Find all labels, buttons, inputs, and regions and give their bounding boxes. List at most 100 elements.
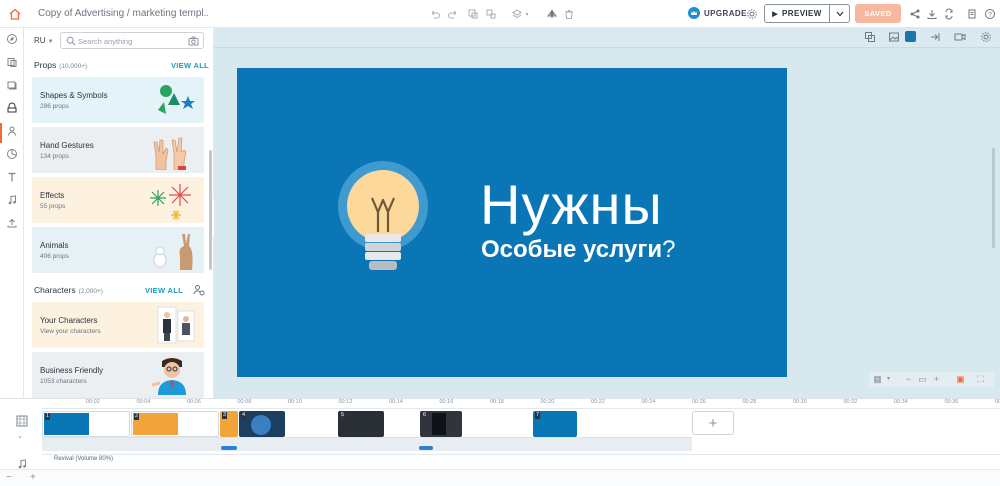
music-track-icon[interactable] (15, 457, 29, 471)
zoom-in-timeline-icon[interactable]: + (30, 472, 36, 483)
scene-5[interactable]: 5 (338, 411, 384, 437)
grid-dropdown-icon[interactable]: ▾ (883, 374, 894, 385)
ruler-tick: 00:04 (136, 399, 151, 405)
safe-area-icon[interactable]: ▣ (955, 374, 966, 385)
search-box[interactable] (60, 32, 204, 49)
fullscreen-icon[interactable]: ⛶ (975, 374, 986, 385)
film-strip-icon[interactable] (15, 414, 29, 428)
notes-icon[interactable] (965, 7, 979, 21)
search-icon (66, 36, 76, 46)
scene-2[interactable]: 2 (131, 411, 219, 437)
templates-icon[interactable] (5, 55, 19, 69)
download-icon[interactable] (925, 7, 939, 21)
camera-icon[interactable] (188, 36, 199, 46)
character-card-business-friendly[interactable]: Business Friendly 1053 characters (32, 352, 204, 398)
timeline-footer: − + (0, 469, 1000, 486)
card-count: 406 props (40, 253, 69, 260)
upgrade-button[interactable]: UPGRADE (688, 7, 747, 19)
zoom-out-icon[interactable]: − (903, 374, 914, 385)
layers-dropdown-icon[interactable]: ▾ (523, 7, 531, 21)
camera-record-icon[interactable] (954, 31, 966, 43)
text-icon[interactable] (5, 170, 19, 184)
slide-subtitle[interactable]: Особые услуги? (481, 236, 676, 264)
scene-3[interactable]: 3 (220, 411, 238, 437)
ruler-tick: 00:02 (86, 399, 100, 405)
document-title[interactable]: Copy of Advertising / marketing templ... (38, 8, 208, 19)
ungroup-icon[interactable] (484, 7, 498, 21)
saved-button[interactable]: SAVED (855, 4, 901, 23)
prop-card-effects[interactable]: Effects 55 props (32, 177, 204, 223)
time-ruler[interactable]: 00:02 00:04 00:06 00:08 00:10 00:12 00:14 00:16… (42, 399, 1000, 409)
card-title: Hand Gestures (40, 141, 94, 150)
transition-row (42, 437, 692, 451)
help-icon[interactable]: ? (983, 7, 997, 21)
transition-marker[interactable] (419, 446, 433, 450)
flip-icon[interactable] (545, 7, 559, 21)
scene-settings-icon[interactable] (980, 31, 992, 43)
charts-icon[interactable] (5, 147, 19, 161)
hand-gestures-thumbnail (153, 137, 187, 170)
ruler-tick: 00:38 (995, 399, 1000, 405)
slide-subtitle-text: Особые услуги (481, 236, 663, 263)
zoom-out-timeline-icon[interactable]: − (6, 472, 12, 483)
character-settings-icon[interactable] (192, 283, 205, 296)
home-icon[interactable] (8, 7, 22, 21)
preview-dropdown-icon[interactable] (830, 11, 849, 17)
prop-card-hand-gestures[interactable]: Hand Gestures 134 props (32, 127, 204, 173)
grid-view-icon[interactable]: ▦ (872, 374, 883, 385)
arrange-icon[interactable] (864, 31, 876, 43)
ruler-tick: 00:22 (591, 399, 605, 405)
prop-card-animals[interactable]: Animals 406 props (32, 227, 204, 273)
undo-icon[interactable] (428, 7, 442, 21)
compass-icon[interactable] (5, 32, 19, 46)
search-input[interactable] (78, 35, 178, 47)
scenes-icon[interactable] (5, 78, 19, 92)
music-note-icon[interactable] (5, 193, 19, 207)
ruler-tick: 00:28 (742, 399, 757, 405)
plus-icon: + (708, 414, 718, 432)
ruler-tick: 00:26 (692, 399, 706, 405)
slide-canvas[interactable]: Нужны Особые услуги? (237, 68, 787, 377)
characters-icon[interactable] (5, 124, 19, 138)
effects-thumbnail (150, 184, 191, 220)
ruler-tick: 00:10 (288, 399, 302, 405)
characters-view-all-link[interactable]: VIEW ALL (145, 286, 183, 295)
left-icon-rail (0, 28, 24, 398)
props-view-all-link[interactable]: VIEW ALL (171, 61, 209, 70)
scene-6[interactable]: 6 (420, 411, 462, 437)
lightbulb-illustration[interactable] (336, 160, 431, 284)
group-icon[interactable] (466, 7, 480, 21)
language-selector[interactable]: RU ▼ (34, 36, 54, 45)
share-icon[interactable] (908, 7, 922, 21)
props-icon[interactable] (5, 101, 19, 115)
scene-number: 3 (222, 412, 228, 419)
layers-icon[interactable] (510, 7, 524, 21)
expand-track-icon[interactable]: ⌄ (17, 432, 23, 440)
transition-marker[interactable] (221, 446, 237, 450)
ruler-tick: 00:20 (540, 399, 555, 405)
zoom-in-icon[interactable]: + (931, 374, 942, 385)
duplicate-icon[interactable] (942, 7, 956, 21)
scene-number: 4 (241, 412, 247, 419)
top-bar: Copy of Advertising / marketing templ...… (0, 0, 1000, 28)
preview-button[interactable]: ▶ PREVIEW (764, 4, 850, 23)
scene-4[interactable]: 4 (239, 411, 285, 437)
delete-icon[interactable] (562, 7, 576, 21)
stage-scrollbar[interactable] (992, 148, 995, 248)
fit-screen-icon[interactable]: ▭ (917, 374, 928, 385)
background-image-icon[interactable] (888, 31, 900, 43)
background-color-swatch[interactable] (905, 31, 916, 42)
card-count: View your characters (40, 328, 101, 335)
prop-card-shapes[interactable]: Shapes & Symbols 286 props (32, 77, 204, 123)
upload-icon[interactable] (5, 216, 19, 230)
scene-7[interactable]: 7 (533, 411, 577, 437)
scene-1[interactable]: 1 (42, 411, 130, 437)
character-card-your-characters[interactable]: Your Characters View your characters (32, 302, 204, 348)
enter-scene-icon[interactable] (929, 31, 941, 43)
redo-icon[interactable] (446, 7, 460, 21)
ruler-tick: 00:24 (641, 399, 656, 405)
audio-track[interactable]: Revival (Volume 80%) (42, 454, 1000, 466)
add-scene-button[interactable]: + (692, 411, 734, 435)
slide-title[interactable]: Нужны (480, 172, 663, 237)
settings-gear-icon[interactable] (745, 7, 759, 21)
